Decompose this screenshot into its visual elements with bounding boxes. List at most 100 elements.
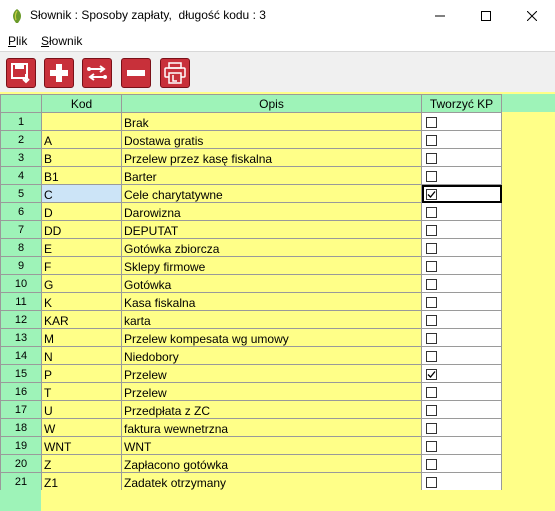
kp-checkbox[interactable] [426, 224, 437, 236]
table-row[interactable]: 19 WNT WNT [0, 436, 502, 455]
kp-checkbox[interactable] [426, 332, 437, 344]
opis-cell[interactable]: Gotówka zbiorcza [121, 238, 422, 257]
kp-cell[interactable] [421, 148, 502, 167]
kod-cell[interactable]: DD [41, 220, 122, 239]
row-number[interactable]: 13 [0, 328, 42, 347]
close-button[interactable] [509, 0, 555, 31]
kp-cell[interactable] [421, 166, 502, 185]
kp-checkbox[interactable] [426, 278, 437, 290]
kp-checkbox[interactable] [426, 134, 437, 146]
kod-cell[interactable]: B1 [41, 166, 122, 185]
kp-checkbox[interactable] [426, 350, 437, 362]
kod-cell[interactable]: N [41, 346, 122, 365]
table-row[interactable]: 20 Z Zapłacono gotówka [0, 454, 502, 473]
kod-cell[interactable]: A [41, 130, 122, 149]
kp-checkbox[interactable] [426, 386, 437, 398]
kp-cell[interactable] [421, 400, 502, 419]
kod-cell[interactable]: M [41, 328, 122, 347]
kod-cell[interactable]: W [41, 418, 122, 437]
opis-cell[interactable]: Kasa fiskalna [121, 292, 422, 311]
opis-cell[interactable]: Gotówka [121, 274, 422, 293]
kp-cell[interactable] [421, 292, 502, 311]
opis-cell[interactable]: Przelew przez kasę fiskalna [121, 148, 422, 167]
kp-cell[interactable] [421, 364, 502, 383]
opis-cell[interactable]: Niedobory [121, 346, 422, 365]
table-row[interactable]: 15 P Przelew [0, 364, 502, 383]
opis-cell[interactable]: DEPUTAT [121, 220, 422, 239]
print-button[interactable] [160, 58, 190, 88]
opis-cell[interactable]: Cele charytatywne [121, 184, 422, 203]
maximize-button[interactable] [463, 0, 509, 31]
kod-cell[interactable]: KAR [41, 310, 122, 329]
kp-checkbox[interactable] [426, 242, 437, 254]
row-number[interactable]: 20 [0, 454, 42, 473]
opis-cell[interactable]: WNT [121, 436, 422, 455]
row-number[interactable]: 10 [0, 274, 42, 293]
kp-checkbox[interactable] [426, 170, 437, 182]
opis-cell[interactable]: Zadatek otrzymany [121, 472, 422, 491]
opis-cell[interactable]: Przelew [121, 382, 422, 401]
menu-plik[interactable]: Plik [8, 34, 27, 48]
opis-cell[interactable]: Przelew [121, 364, 422, 383]
table-row[interactable]: 1 Brak [0, 112, 502, 131]
kp-checkbox[interactable] [426, 458, 437, 470]
opis-cell[interactable]: faktura wewnetrzna [121, 418, 422, 437]
kp-cell[interactable] [421, 418, 502, 437]
kp-checkbox[interactable] [426, 314, 437, 326]
kp-checkbox[interactable] [426, 476, 437, 488]
kp-cell[interactable] [421, 310, 502, 329]
kp-cell[interactable] [421, 238, 502, 257]
opis-cell[interactable]: karta [121, 310, 422, 329]
row-number[interactable]: 18 [0, 418, 42, 437]
row-number[interactable]: 1 [0, 112, 42, 131]
table-row[interactable]: 9 F Sklepy firmowe [0, 256, 502, 275]
table-row[interactable]: 2 A Dostawa gratis [0, 130, 502, 149]
add-button[interactable] [44, 58, 74, 88]
table-row[interactable]: 21 Z1 Zadatek otrzymany [0, 472, 502, 491]
save-button[interactable] [6, 58, 36, 88]
opis-cell[interactable]: Darowizna [121, 202, 422, 221]
table-row[interactable]: 16 T Przelew [0, 382, 502, 401]
opis-cell[interactable]: Brak [121, 112, 422, 131]
kp-checkbox[interactable] [426, 188, 437, 200]
row-number[interactable]: 12 [0, 310, 42, 329]
kp-checkbox[interactable] [426, 206, 437, 218]
row-number[interactable]: 3 [0, 148, 42, 167]
kp-cell[interactable] [421, 130, 502, 149]
row-number[interactable]: 5 [0, 184, 42, 203]
kod-cell[interactable]: P [41, 364, 122, 383]
row-number[interactable]: 7 [0, 220, 42, 239]
kp-checkbox[interactable] [426, 404, 437, 416]
row-number[interactable]: 2 [0, 130, 42, 149]
table-row[interactable]: 4 B1 Barter [0, 166, 502, 185]
table-row[interactable]: 11 K Kasa fiskalna [0, 292, 502, 311]
kod-cell[interactable]: D [41, 202, 122, 221]
row-number[interactable]: 19 [0, 436, 42, 455]
kp-cell[interactable] [421, 112, 502, 131]
kp-checkbox[interactable] [426, 422, 437, 434]
table-row[interactable]: 8 E Gotówka zbiorcza [0, 238, 502, 257]
kod-cell[interactable]: Z1 [41, 472, 122, 491]
kp-cell[interactable] [421, 184, 502, 203]
kp-cell[interactable] [421, 202, 502, 221]
table-row[interactable]: 17 U Przedpłata z ZC [0, 400, 502, 419]
column-header-opis[interactable]: Opis [121, 94, 422, 113]
row-number[interactable]: 4 [0, 166, 42, 185]
kp-cell[interactable] [421, 328, 502, 347]
column-header-kod[interactable]: Kod [41, 94, 122, 113]
kp-checkbox[interactable] [426, 296, 437, 308]
kp-checkbox[interactable] [426, 260, 437, 272]
opis-cell[interactable]: Przelew kompesata wg umowy [121, 328, 422, 347]
table-row[interactable]: 18 Wfaktura wewnetrzna [0, 418, 502, 437]
remove-button[interactable] [121, 58, 151, 88]
kod-cell[interactable]: K [41, 292, 122, 311]
table-row[interactable]: 5 C Cele charytatywne [0, 184, 502, 203]
kp-cell[interactable] [421, 382, 502, 401]
menu-slownik[interactable]: Słownik [41, 34, 82, 48]
table-row[interactable]: 7 DD DEPUTAT [0, 220, 502, 239]
opis-cell[interactable]: Przedpłata z ZC [121, 400, 422, 419]
opis-cell[interactable]: Sklepy firmowe [121, 256, 422, 275]
opis-cell[interactable]: Dostawa gratis [121, 130, 422, 149]
kod-cell[interactable]: WNT [41, 436, 122, 455]
kod-cell[interactable] [41, 112, 122, 131]
